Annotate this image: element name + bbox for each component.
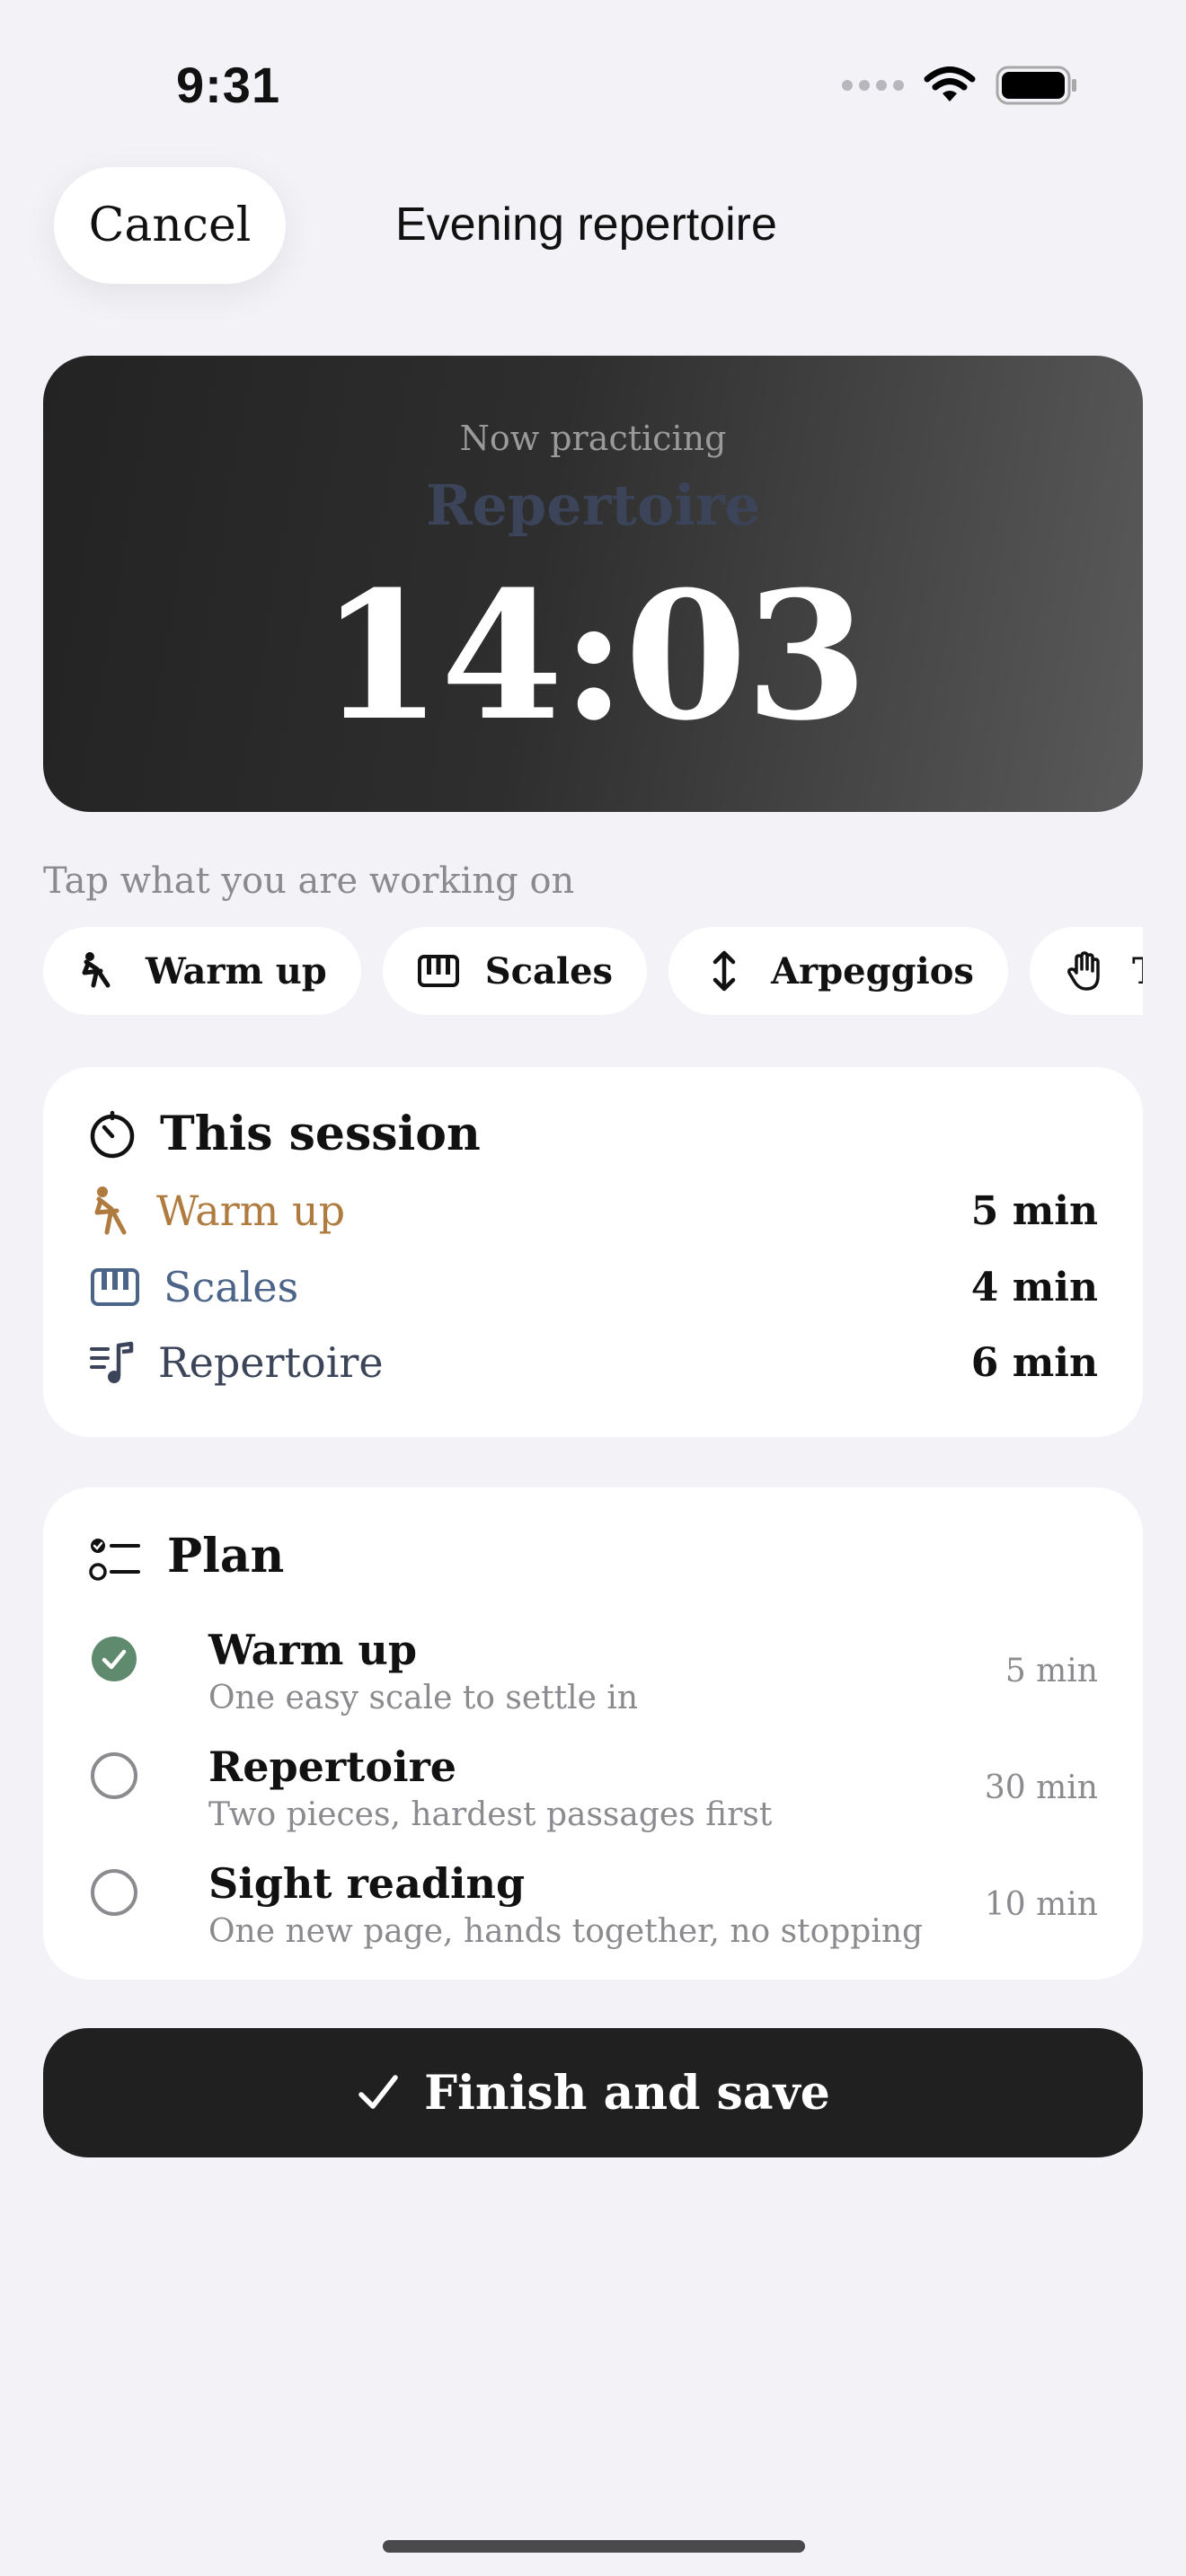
- activity-hint: Tap what you are working on: [43, 860, 575, 902]
- timer-icon: [90, 1110, 135, 1159]
- session-row-warm-up: Warm up 5 min: [90, 1184, 1098, 1238]
- session-row-scales: Scales 4 min: [90, 1263, 1098, 1311]
- plan-item-subtitle: Two pieces, hardest passages first: [208, 1796, 773, 1833]
- session-title: This session: [160, 1107, 481, 1161]
- empty-circle-icon[interactable]: [90, 1868, 138, 1917]
- plan-card: Plan Warm up One easy scale to settle in…: [43, 1487, 1143, 1980]
- piano-keys-icon: [91, 1268, 139, 1306]
- chip-label: Arpeggios: [771, 949, 974, 992]
- plan-item-title: Repertoire: [208, 1742, 457, 1791]
- cancel-button[interactable]: Cancel: [54, 167, 286, 284]
- chip-label: Warm up: [146, 949, 327, 992]
- piano-keys-icon: [417, 955, 459, 987]
- battery-icon: [996, 66, 1076, 105]
- plan-item-subtitle: One easy scale to settle in: [208, 1680, 639, 1716]
- plan-item-duration: 30 min: [984, 1769, 1098, 1806]
- activity-chip-scroller[interactable]: Warm up Scales Arpeggios Techni: [43, 927, 1143, 1017]
- session-row-value: 5 min: [970, 1187, 1098, 1234]
- session-row-label: Repertoire: [158, 1338, 384, 1387]
- session-row-label: Warm up: [156, 1187, 346, 1235]
- music-list-icon: [90, 1341, 134, 1383]
- elapsed-timer: 14:03: [320, 553, 868, 760]
- cellular-signal-icon: [842, 80, 904, 91]
- chip-warm-up[interactable]: Warm up: [43, 927, 361, 1015]
- chip-scales[interactable]: Scales: [382, 927, 648, 1015]
- empty-circle-icon[interactable]: [90, 1751, 138, 1800]
- session-row-label: Scales: [164, 1263, 299, 1311]
- plan-item-title: Warm up: [208, 1626, 417, 1674]
- chip-arpeggios[interactable]: Arpeggios: [668, 927, 1008, 1015]
- stretch-icon: [82, 952, 111, 988]
- status-time: 9:31: [176, 57, 281, 113]
- session-row-value: 6 min: [970, 1339, 1098, 1386]
- up-down-arrow-icon: [712, 950, 736, 992]
- wifi-icon: [924, 66, 976, 101]
- now-practicing-label: Now practicing: [459, 419, 727, 458]
- hand-icon: [1067, 951, 1100, 991]
- chip-label: Scales: [484, 949, 614, 992]
- plan-title: Plan: [167, 1529, 285, 1584]
- home-indicator[interactable]: [383, 2540, 805, 2553]
- chip-label: Techni: [1132, 950, 1143, 992]
- timer-card: Now practicing Repertoire 14:03: [43, 356, 1143, 812]
- checklist-icon: [89, 1539, 140, 1581]
- plan-item-subtitle: One new page, hands together, no stoppin…: [208, 1913, 924, 1950]
- session-row-repertoire: Repertoire 6 min: [90, 1338, 1098, 1387]
- session-summary-card: This session Warm up 5 min Scales 4 min …: [43, 1067, 1143, 1437]
- session-row-value: 4 min: [970, 1264, 1098, 1310]
- checkmark-icon: [358, 2075, 398, 2109]
- plan-item-duration: 5 min: [1005, 1653, 1098, 1689]
- plan-item-duration: 10 min: [984, 1886, 1098, 1923]
- chip-technique[interactable]: Techni: [1029, 927, 1143, 1015]
- checkmark-circle-icon[interactable]: [90, 1635, 138, 1683]
- finish-and-save-button[interactable]: Finish and save: [43, 2028, 1143, 2157]
- current-activity: Repertoire: [425, 472, 761, 538]
- plan-item-title: Sight reading: [208, 1859, 526, 1908]
- status-icons: [842, 65, 1078, 106]
- stretch-icon: [94, 1187, 127, 1235]
- finish-label: Finish and save: [424, 2065, 830, 2121]
- page-title: Evening repertoire: [395, 198, 777, 251]
